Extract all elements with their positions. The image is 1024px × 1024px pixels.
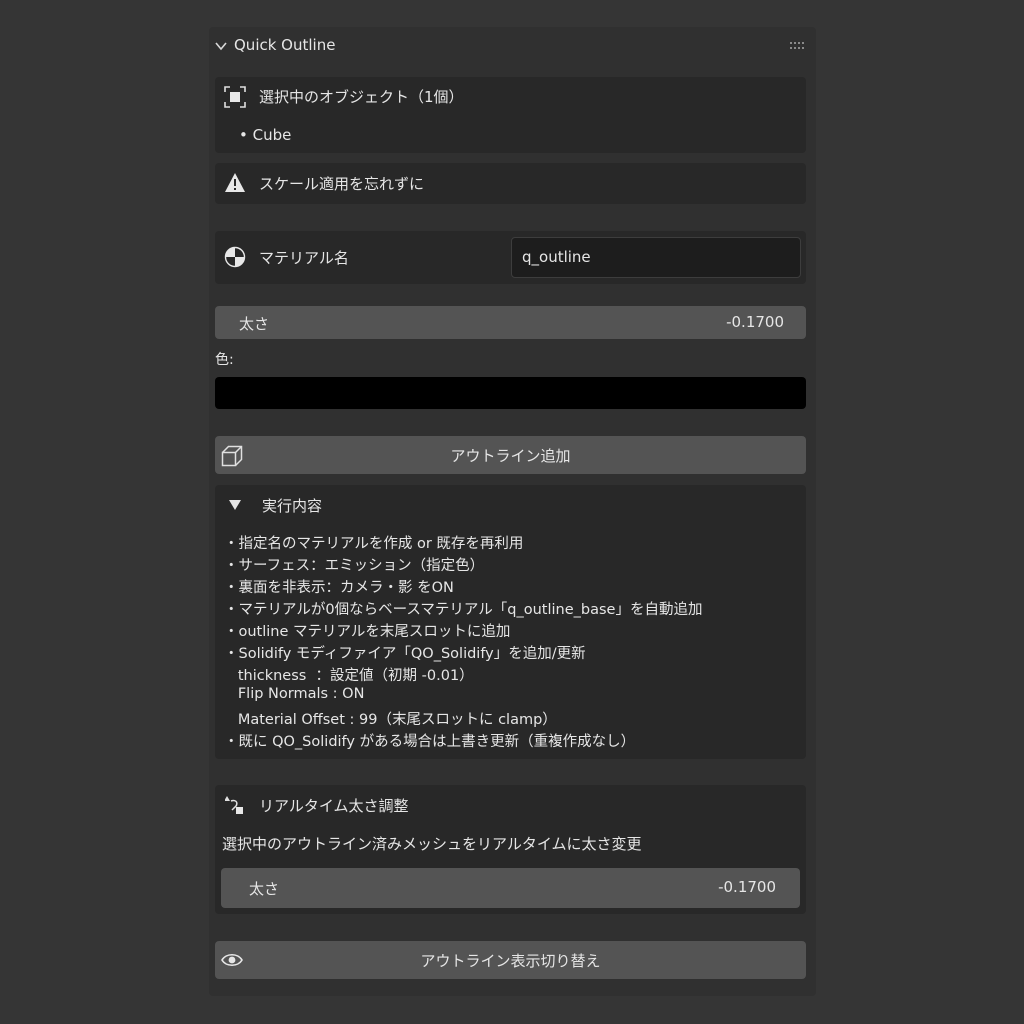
material-name-value: q_outline	[522, 248, 591, 266]
panel-title: Quick Outline	[234, 36, 336, 54]
toggle-outline-label: アウトライン表示切り替え	[420, 952, 601, 970]
details-line: ・指定名のマテリアルを作成 or 既存を再利用	[224, 536, 524, 552]
details-line: ・マテリアルが0個ならベースマテリアル「q_outline_base」を自動追加	[224, 602, 703, 618]
details-line: ・Solidify モディファイア「QO_Solidify」を追加/更新	[224, 646, 586, 662]
material-label: マテリアル名	[259, 249, 349, 267]
panel-header[interactable]: Quick Outline	[209, 27, 816, 65]
details-line: thickness ：設定値（初期 -0.01）	[224, 668, 474, 684]
realtime-description: 選択中のアウトライン済みメッシュをリアルタイムに太さ変更	[222, 835, 642, 853]
selection-header: 選択中のオブジェクト（1個）	[259, 88, 464, 106]
warning-icon	[225, 173, 245, 192]
warning-text: スケール適用を忘れずに	[259, 175, 425, 193]
material-row: マテリアル名 q_outline	[215, 231, 806, 284]
details-line: Material Offset : 99（末尾スロットに clamp）	[224, 712, 557, 728]
add-outline-label: アウトライン追加	[450, 447, 571, 465]
color-label: 色:	[215, 352, 234, 368]
selected-object-icon	[224, 86, 246, 108]
details-line: ・サーフェス：エミッション（指定色）	[224, 558, 485, 574]
selection-item-cube: • Cube	[239, 126, 292, 144]
realtime-slider-label: 太さ	[249, 880, 280, 898]
selection-box: 選択中のオブジェクト（1個） • Cube	[215, 77, 806, 153]
material-sphere-icon	[224, 246, 246, 268]
details-list: ・指定名のマテリアルを作成 or 既存を再利用 ・サーフェス：エミッション（指定…	[224, 532, 799, 754]
drag-grip-icon[interactable]	[790, 42, 806, 50]
thickness-value: -0.1700	[726, 313, 784, 331]
triangle-down-icon[interactable]	[229, 500, 241, 510]
warning-box: スケール適用を忘れずに	[215, 163, 806, 204]
details-line: ・既に QO_Solidify がある場合は上書き更新（重複作成なし）	[224, 734, 636, 750]
realtime-box: リアルタイム太さ調整 選択中のアウトライン済みメッシュをリアルタイムに太さ変更 …	[215, 785, 806, 914]
thickness-slider[interactable]: 太さ -0.1700	[215, 306, 806, 339]
realtime-slider-value: -0.1700	[718, 878, 776, 896]
color-swatch[interactable]	[215, 377, 806, 409]
details-line: ・outline マテリアルを末尾スロットに追加	[224, 624, 511, 640]
details-box: 実行内容 ・指定名のマテリアルを作成 or 既存を再利用 ・サーフェス：エミッシ…	[215, 485, 806, 759]
details-line: Flip Normals : ON	[224, 686, 365, 702]
toggle-outline-button[interactable]: アウトライン表示切り替え	[215, 941, 806, 979]
realtime-header: リアルタイム太さ調整	[259, 797, 409, 815]
chevron-down-icon[interactable]	[215, 40, 227, 52]
driver-icon	[225, 796, 243, 814]
realtime-thickness-slider[interactable]: 太さ -0.1700	[221, 868, 800, 908]
details-line: ・裏面を非表示：カメラ・影 をON	[224, 580, 454, 596]
thickness-label: 太さ	[239, 315, 270, 333]
details-header: 実行内容	[262, 497, 323, 515]
material-name-input[interactable]: q_outline	[511, 237, 801, 278]
add-outline-button[interactable]: アウトライン追加	[215, 436, 806, 474]
